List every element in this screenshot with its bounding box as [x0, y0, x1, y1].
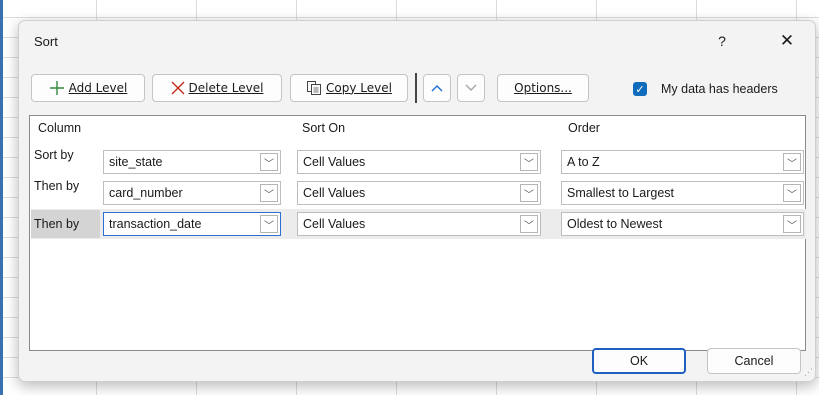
ok-button[interactable]: OK — [592, 348, 686, 374]
delete-level-button[interactable]: Delete Level — [152, 74, 282, 102]
sort-levels-list: Column Sort On Order Sort by site_state … — [29, 115, 806, 351]
chevron-down-icon: ﹀ — [520, 215, 538, 233]
order-header: Order — [568, 121, 600, 135]
sort-on-select-value: Cell Values — [303, 155, 366, 169]
chevron-down-icon: ﹀ — [783, 184, 801, 202]
order-select-value: Oldest to Newest — [567, 217, 663, 231]
resize-grip-icon[interactable]: ⋰ — [804, 367, 813, 378]
then-by-label: Then by — [34, 179, 80, 193]
copy-level-label: Copy Level — [326, 81, 392, 95]
column-select-value: transaction_date — [109, 217, 202, 231]
delete-level-label: Delete Level — [188, 81, 264, 95]
order-select-value: A to Z — [567, 155, 600, 169]
column-select-value: card_number — [109, 186, 183, 200]
sort-on-select[interactable]: Cell Values ﹀ — [297, 150, 541, 174]
sort-on-select[interactable]: Cell Values ﹀ — [297, 212, 541, 236]
move-up-button[interactable] — [423, 74, 451, 102]
column-select[interactable]: site_state ﹀ — [103, 150, 281, 174]
order-select[interactable]: A to Z ﹀ — [561, 150, 804, 174]
order-select[interactable]: Smallest to Largest ﹀ — [561, 181, 804, 205]
sort-on-header: Sort On — [302, 121, 346, 135]
chevron-up-icon — [431, 84, 443, 92]
checkmark-icon: ✓ — [635, 83, 645, 96]
toolbar-separator — [415, 73, 417, 103]
sort-by-label: Sort by — [34, 148, 74, 162]
close-button[interactable]: ✕ — [771, 27, 803, 55]
column-select[interactable]: card_number ﹀ — [103, 181, 281, 205]
copy-level-button[interactable]: Copy Level — [290, 74, 408, 102]
dialog-title: Sort — [34, 34, 58, 49]
chevron-down-icon: ﹀ — [520, 153, 538, 171]
chevron-down-icon: ﹀ — [520, 184, 538, 202]
order-select-value: Smallest to Largest — [567, 186, 674, 200]
move-down-button[interactable] — [457, 74, 485, 102]
sort-dialog: Sort ? ✕ Add Level Delete Level Copy Lev… — [18, 20, 816, 382]
add-level-button[interactable]: Add Level — [31, 74, 145, 102]
sort-on-select-value: Cell Values — [303, 217, 366, 231]
headers-checkbox[interactable]: ✓ — [633, 82, 647, 96]
sort-on-select-value: Cell Values — [303, 186, 366, 200]
delete-x-icon — [171, 81, 185, 95]
close-icon: ✕ — [779, 31, 795, 50]
cancel-button[interactable]: Cancel — [707, 348, 801, 374]
then-by-label: Then by — [31, 210, 100, 238]
column-select[interactable]: transaction_date ﹀ — [103, 212, 281, 236]
chevron-down-icon: ﹀ — [260, 184, 278, 202]
headers-checkbox-label: My data has headers — [661, 82, 778, 96]
chevron-down-icon: ﹀ — [260, 215, 278, 233]
chevron-down-icon: ﹀ — [783, 215, 801, 233]
order-select[interactable]: Oldest to Newest ﹀ — [561, 212, 804, 236]
chevron-down-icon: ﹀ — [260, 153, 278, 171]
add-level-label: Add Level — [68, 81, 128, 95]
column-select-value: site_state — [109, 155, 163, 169]
chevron-down-icon: ﹀ — [783, 153, 801, 171]
options-label: Options... — [514, 81, 572, 95]
sheet-selection-edge — [0, 0, 3, 395]
column-header: Column — [38, 121, 82, 135]
copy-icon — [306, 80, 322, 96]
chevron-down-icon — [465, 84, 477, 92]
sort-on-select[interactable]: Cell Values ﹀ — [297, 181, 541, 205]
options-button[interactable]: Options... — [497, 74, 589, 102]
help-button[interactable]: ? — [707, 27, 737, 55]
plus-icon — [49, 80, 65, 96]
